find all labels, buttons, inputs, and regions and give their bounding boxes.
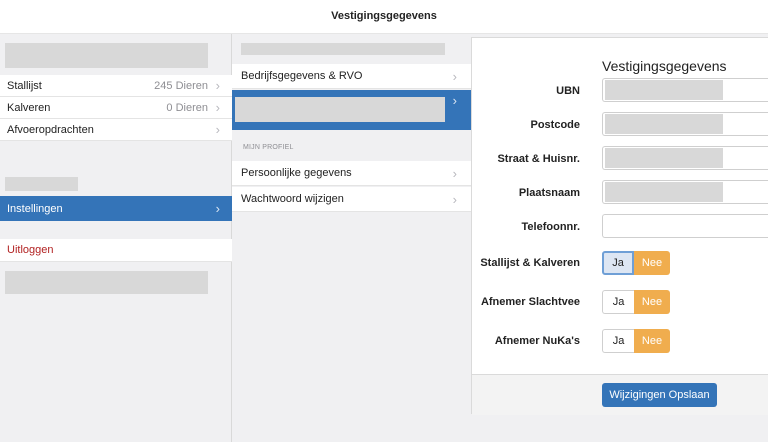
chevron-right-icon: › [215,201,220,216]
form-footer: Wijzigingen Opslaan [472,374,768,415]
street-field[interactable] [602,146,768,170]
menu-item-vestigingsgegevens[interactable]: › [232,90,471,130]
chevron-right-icon: › [452,192,457,207]
redacted-placeholder [605,182,723,202]
save-button[interactable]: Wijzigingen Opslaan [602,383,717,407]
redacted-placeholder [5,177,78,191]
sidebar-item-count: 245 Dieren [154,80,208,92]
city-label: Plaatsnaam [518,187,580,199]
redacted-placeholder [5,43,208,68]
sidebar-item-instellingen[interactable]: Instellingen › [0,196,232,221]
menu-item-label: Persoonlijke gegevens [241,167,352,179]
postcode-label: Postcode [530,119,580,131]
nukas-toggle-label: Afnemer NuKa's [494,335,580,347]
menu-item-bedrijfsgegevens[interactable]: Bedrijfsgegevens & RVO › [232,64,471,89]
postcode-field[interactable] [602,112,768,136]
nukas-yes-button[interactable]: Ja [602,329,634,353]
nukas-toggle: Ja Nee [602,329,670,353]
sidebar-item-label: Stallijst [7,80,42,92]
redacted-placeholder [605,114,723,134]
street-label: Straat & Huisnr. [497,153,580,165]
sidebar-item-count: 0 Dieren [166,102,208,114]
sidebar-item-afvoeropdrachten[interactable]: Afvoeropdrachten › [0,119,232,141]
page-title: Vestigingsgegevens [331,10,437,22]
slachtvee-yes-button[interactable]: Ja [602,290,634,314]
chevron-right-icon: › [452,93,457,108]
slachtvee-toggle-label: Afnemer Slachtvee [480,296,580,308]
phone-label: Telefoonnr. [521,221,580,233]
form-title: Vestigingsgegevens [602,58,727,74]
stallijst-toggle-label: Stallijst & Kalveren [480,257,580,269]
nukas-no-button[interactable]: Nee [634,329,670,353]
sidebar-item-uitloggen[interactable]: Uitloggen [0,239,232,262]
sidebar-item-label: Afvoeropdrachten [7,124,94,136]
ubn-field[interactable] [602,78,768,102]
detail-pane: Vestigingsgegevens UBN Postcode Straat &… [471,34,768,442]
top-bar: Vestigingsgegevens [0,0,768,34]
stallijst-toggle: Ja Nee [602,251,670,275]
redacted-placeholder [605,80,723,100]
stallijst-no-button[interactable]: Nee [634,251,670,275]
chevron-right-icon: › [215,100,220,115]
slachtvee-no-button[interactable]: Nee [634,290,670,314]
main-sidebar: Stallijst 245 Dieren › Kalveren 0 Dieren… [0,34,232,442]
sidebar-item-stallijst[interactable]: Stallijst 245 Dieren › [0,75,232,97]
section-header: MIJN PROFIEL [243,144,294,151]
slachtvee-toggle: Ja Nee [602,290,670,314]
sidebar-item-label: Instellingen [7,203,63,215]
redacted-placeholder [605,148,723,168]
chevron-right-icon: › [215,122,220,137]
chevron-right-icon: › [215,78,220,93]
redacted-placeholder [241,43,445,55]
sidebar-item-label: Kalveren [7,102,51,114]
menu-item-label: Bedrijfsgegevens & RVO [241,70,363,82]
form-panel: Vestigingsgegevens UBN Postcode Straat &… [471,37,768,415]
redacted-placeholder [5,271,208,294]
city-field[interactable] [602,180,768,204]
redacted-placeholder [235,97,445,122]
menu-item-label: Wachtwoord wijzigen [241,193,344,205]
menu-item-persoonlijke-gegevens[interactable]: Persoonlijke gegevens › [232,161,471,186]
ubn-label: UBN [556,85,580,97]
chevron-right-icon: › [452,69,457,84]
phone-field[interactable] [602,214,768,238]
chevron-right-icon: › [452,166,457,181]
logout-link: Uitloggen [7,244,54,256]
sidebar-item-kalveren[interactable]: Kalveren 0 Dieren › [0,97,232,119]
menu-item-wachtwoord-wijzigen[interactable]: Wachtwoord wijzigen › [232,187,471,212]
stallijst-yes-button[interactable]: Ja [602,251,634,275]
settings-menu: Bedrijfsgegevens & RVO › › MIJN PROFIEL … [232,34,471,442]
